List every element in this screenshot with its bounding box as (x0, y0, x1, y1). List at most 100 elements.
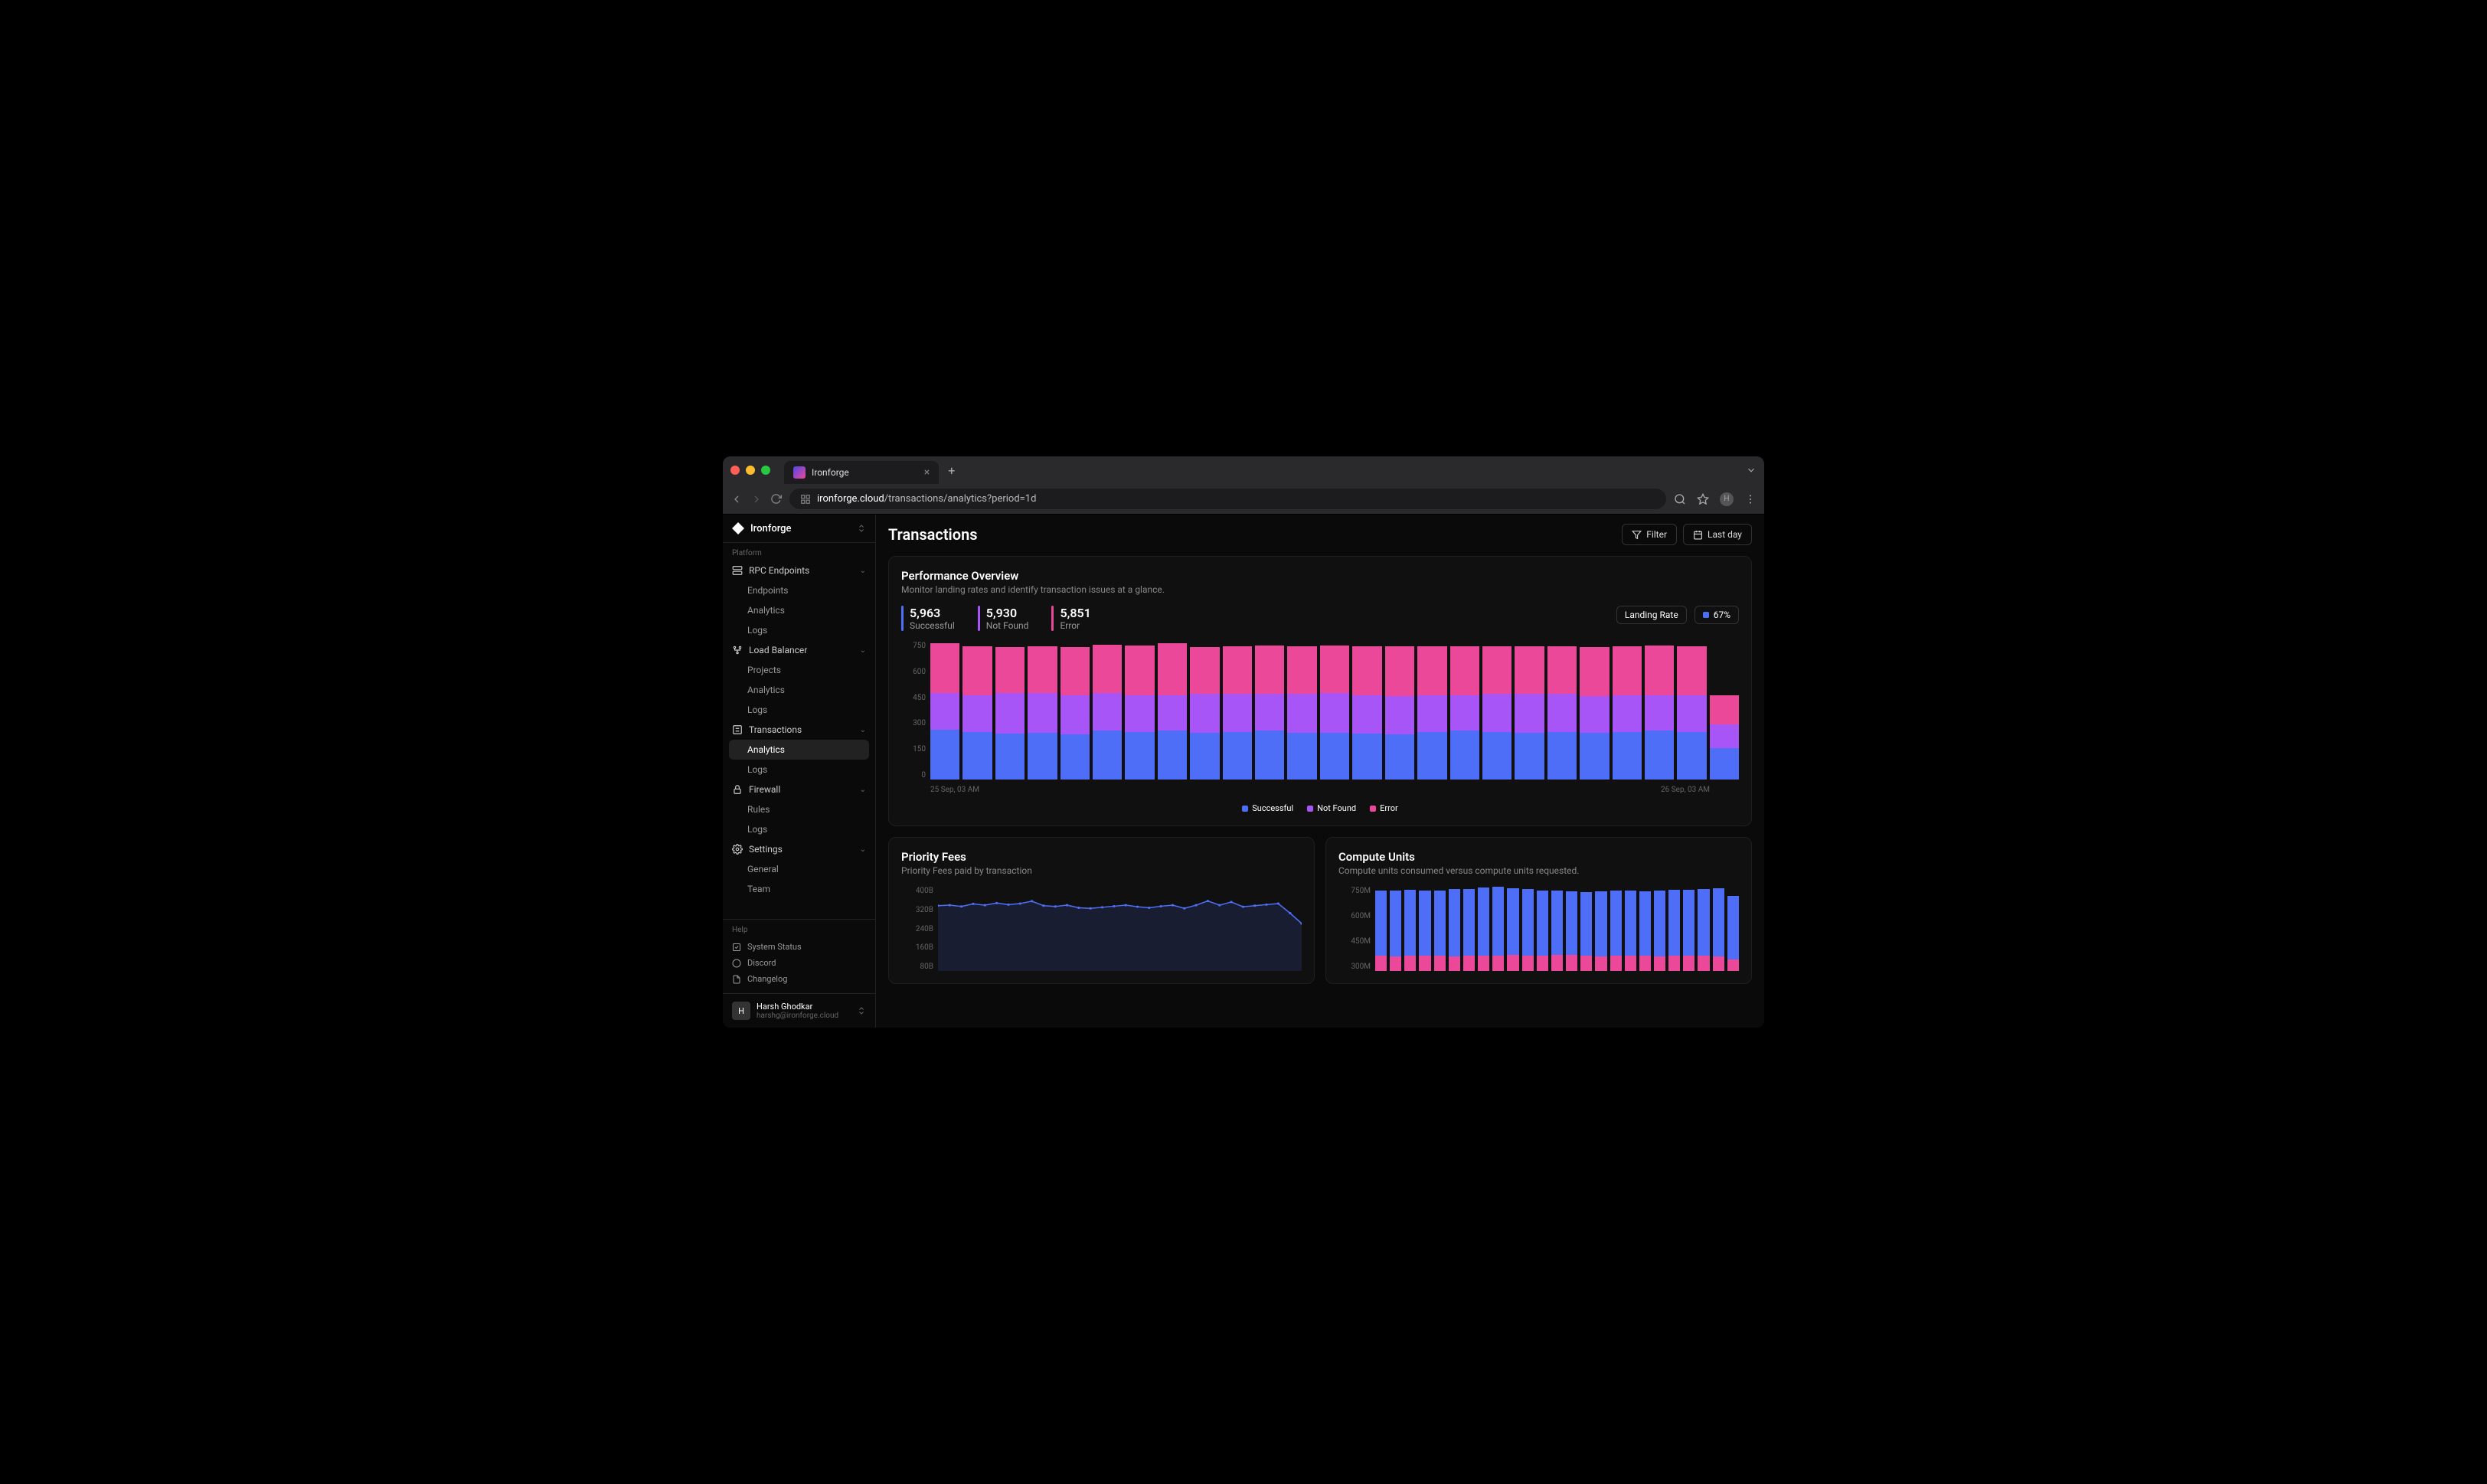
bar-segment-successful (1190, 733, 1219, 780)
page-header: Transactions Filter Last day (888, 524, 1752, 545)
bar-column (1547, 646, 1577, 780)
tab-close-icon[interactable]: × (924, 466, 930, 479)
sidebar-user[interactable]: H Harsh Ghodkar harshg@ironforge.cloud (723, 993, 875, 1028)
bar-segment-error (962, 646, 992, 695)
address-bar[interactable]: ironforge.cloud/transactions/analytics?p… (789, 489, 1666, 509)
bar-column (1287, 646, 1316, 780)
browser-menu-icon[interactable] (1744, 493, 1757, 505)
y-tick: 450M (1338, 937, 1371, 946)
priority-chart: 400B320B240B160B80B (901, 887, 1302, 971)
bar-segment-consumed (1683, 956, 1694, 971)
bar-segment-successful (1255, 731, 1284, 780)
window-minimize[interactable] (746, 466, 755, 475)
bar-column (1375, 891, 1387, 971)
data-point (1183, 907, 1186, 910)
bar-segment-consumed (1610, 956, 1622, 971)
reload-button[interactable] (770, 493, 782, 505)
bar-column (1060, 647, 1090, 780)
tabstrip-menu[interactable] (1746, 465, 1757, 476)
sidebar-item-logs[interactable]: Logs (723, 819, 875, 839)
back-button[interactable] (730, 493, 743, 505)
bookmark-icon[interactable] (1697, 493, 1709, 505)
sidebar-item-analytics[interactable]: Analytics (723, 680, 875, 700)
overview-title: Performance Overview (901, 569, 1739, 583)
sidebar-item-endpoints[interactable]: Endpoints (723, 580, 875, 600)
data-point (984, 904, 987, 907)
branch-icon (732, 645, 743, 655)
bar-segment-successful (1450, 731, 1479, 780)
bar-segment-requested (1434, 891, 1446, 956)
bar-column (1492, 887, 1504, 971)
filter-button[interactable]: Filter (1622, 524, 1677, 545)
sidebar-item-logs[interactable]: Logs (723, 760, 875, 780)
sidebar-header[interactable]: Ironforge (723, 515, 875, 543)
org-switcher-icon[interactable] (857, 524, 866, 533)
browser-tab[interactable]: Ironforge × (784, 461, 939, 484)
url-path: /transactions/analytics?period=1d (884, 493, 1037, 505)
help-item-discord[interactable]: Discord (732, 955, 866, 971)
overview-subtitle: Monitor landing rates and identify trans… (901, 584, 1739, 595)
sidebar-group-settings[interactable]: Settings⌄ (723, 839, 875, 859)
server-icon (732, 565, 743, 576)
y-tick: 240B (901, 925, 933, 933)
sidebar-item-general[interactable]: General (723, 859, 875, 879)
bar-column (1125, 646, 1154, 780)
forward-button[interactable] (750, 493, 763, 505)
favicon (793, 466, 806, 479)
area-fill (938, 901, 1302, 971)
sidebar-item-analytics[interactable]: Analytics (729, 740, 869, 760)
sidebar-item-rules[interactable]: Rules (723, 799, 875, 819)
bar-column (1463, 889, 1475, 971)
bar-segment-consumed (1492, 956, 1504, 971)
help-item-changelog[interactable]: Changelog (732, 971, 866, 987)
bar-segment-not-found (995, 693, 1025, 734)
stat-value: 5,851 (1060, 606, 1090, 620)
sidebar-group-load-balancer[interactable]: Load Balancer⌄ (723, 640, 875, 660)
sidebar-item-projects[interactable]: Projects (723, 660, 875, 680)
stat-value: 5,963 (910, 606, 955, 620)
sidebar-group-rpc-endpoints[interactable]: RPC Endpoints⌄ (723, 561, 875, 580)
bar-segment-successful (1547, 732, 1577, 780)
bar-segment-not-found (1287, 694, 1316, 732)
sidebar-item-logs[interactable]: Logs (723, 700, 875, 720)
new-tab-button[interactable]: + (948, 463, 955, 478)
y-tick: 400B (901, 887, 933, 895)
priority-title: Priority Fees (901, 850, 1302, 864)
period-label: Last day (1708, 529, 1742, 540)
bar-segment-requested (1390, 891, 1401, 956)
brand-name: Ironforge (750, 523, 851, 534)
bar-segment-error (1417, 646, 1446, 695)
bar-column (1727, 896, 1739, 971)
sidebar-group-label: Settings (749, 844, 783, 855)
chevron-down-icon: ⌄ (860, 726, 866, 734)
legend-item: Successful (1242, 803, 1293, 813)
bar-segment-error (995, 647, 1025, 693)
period-button[interactable]: Last day (1683, 524, 1752, 545)
bar-segment-not-found (1580, 696, 1609, 733)
sidebar-group-firewall[interactable]: Firewall⌄ (723, 780, 875, 799)
bar-column (962, 646, 992, 780)
window-maximize[interactable] (761, 466, 770, 475)
bar-column (1093, 645, 1122, 780)
user-switch-icon[interactable] (857, 1006, 866, 1015)
bar-segment-error (1677, 646, 1706, 695)
sidebar-group-transactions[interactable]: Transactions⌄ (723, 720, 875, 740)
bar-column (1450, 646, 1479, 780)
site-settings-icon[interactable] (800, 494, 811, 505)
help-item-system-status[interactable]: System Status (732, 939, 866, 955)
sidebar-item-logs[interactable]: Logs (723, 620, 875, 640)
y-tick: 0 (901, 771, 926, 780)
bar-segment-error (1580, 647, 1609, 696)
sidebar-item-analytics[interactable]: Analytics (723, 600, 875, 620)
stats-row: 5,963Successful5,930Not Found5,851Error … (901, 606, 1739, 631)
sidebar-item-team[interactable]: Team (723, 879, 875, 899)
window-close[interactable] (730, 466, 740, 475)
stat-bar (1051, 606, 1054, 631)
bar-column (1639, 891, 1651, 971)
zoom-icon[interactable] (1674, 493, 1686, 505)
bar-segment-requested (1654, 891, 1665, 956)
bar-segment-successful (1385, 734, 1414, 780)
data-point (995, 902, 998, 904)
bar-segment-requested (1580, 892, 1592, 956)
profile-avatar[interactable]: H (1720, 492, 1734, 506)
